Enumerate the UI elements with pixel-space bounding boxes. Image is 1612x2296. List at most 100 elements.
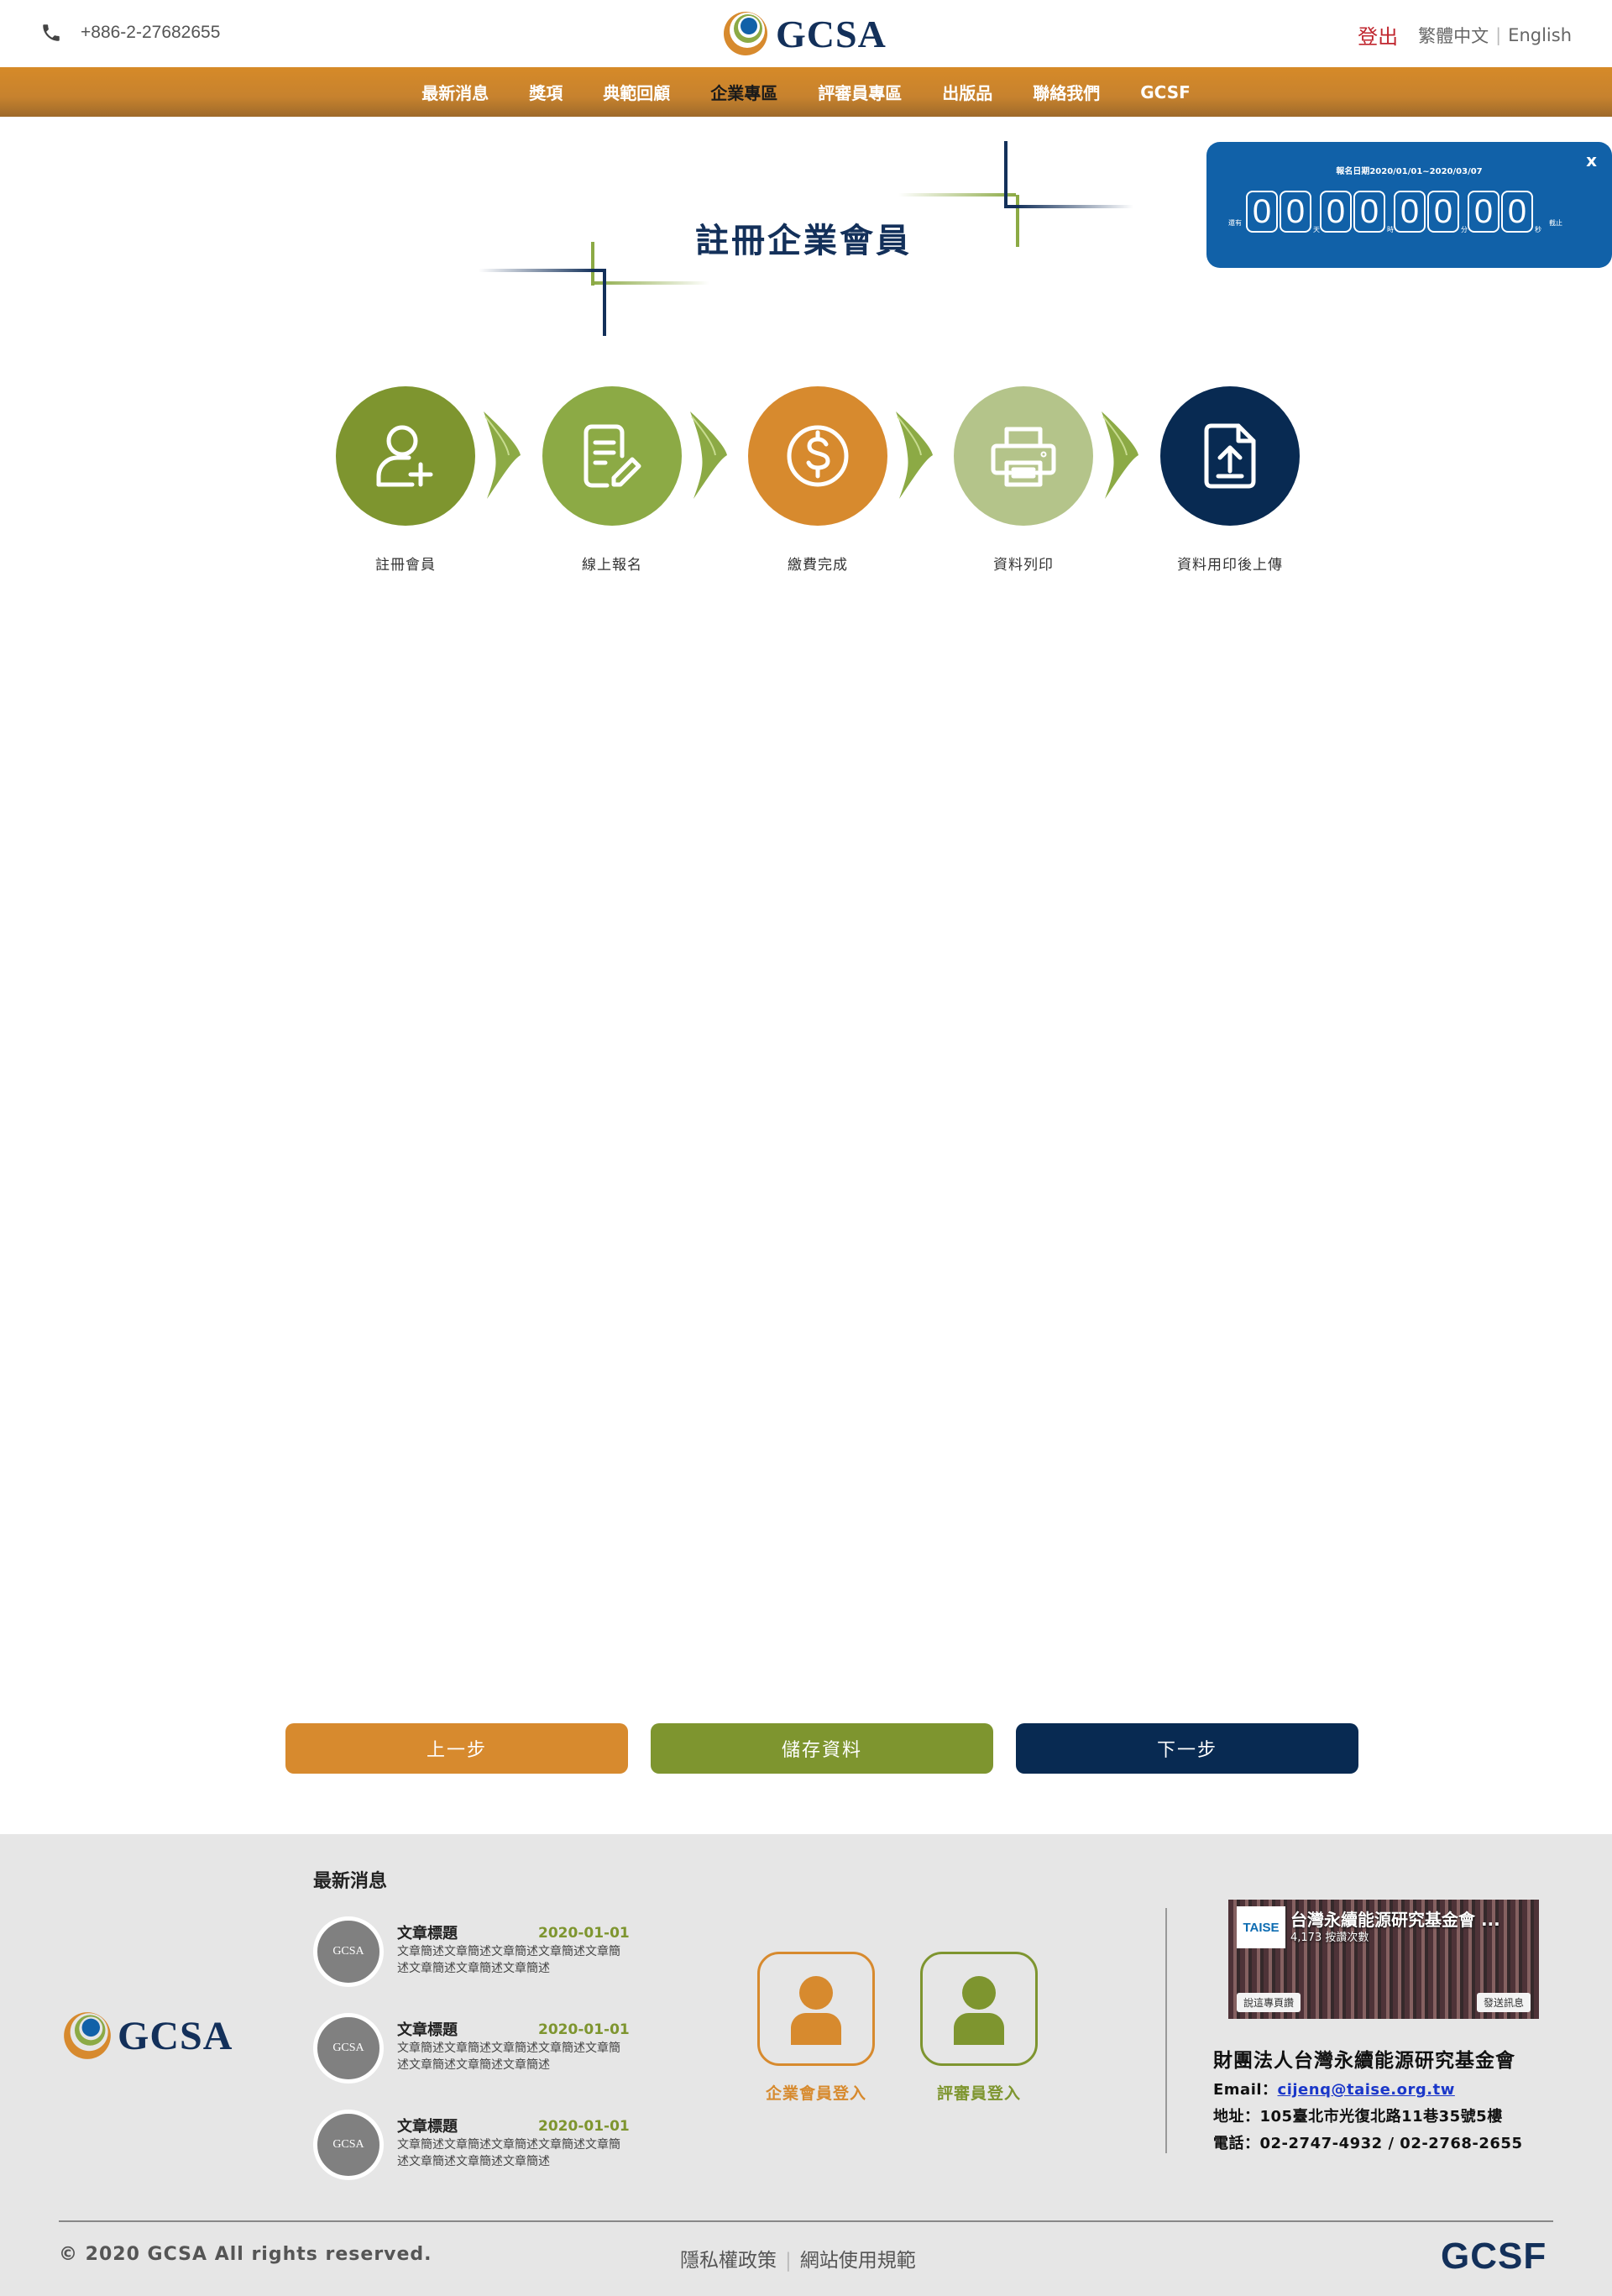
step-label: 資料用印後上傳 (1177, 557, 1283, 574)
logout-link[interactable]: 登出 (1358, 20, 1398, 50)
footer: GCSA 最新消息 GCSA 文章標題 2020-01-01 文章簡述文章簡述文… (0, 1834, 1612, 2296)
org-phone: 電話：02-2747-4932 / 02-2768-2655 (1213, 2135, 1523, 2152)
step-circle (542, 386, 682, 526)
step-arrow-icon (690, 411, 727, 499)
footer-logo[interactable]: GCSA (62, 2010, 233, 2061)
facebook-like-button[interactable]: 說這專頁讚 (1237, 1993, 1301, 2012)
lang-en-link[interactable]: English (1508, 25, 1572, 45)
countdown-digit: 0 (1427, 191, 1459, 233)
phone-number: +886-2-27682655 (81, 23, 221, 42)
terms-link[interactable]: 網站使用規範 (800, 2250, 916, 2272)
step-label: 註冊會員 (375, 557, 436, 574)
step-label: 資料列印 (993, 557, 1054, 574)
policy-links: 隱私權政策 | 網站使用規範 (680, 2244, 916, 2272)
countdown-right-tag: 截止 (1549, 219, 1562, 227)
news-item[interactable]: GCSA 文章標題 2020-01-01 文章簡述文章簡述文章簡述文章簡述文章簡… (313, 2013, 632, 2089)
step-label: 線上報名 (582, 557, 642, 574)
facebook-page-widget[interactable]: TAISE 台灣永續能源研究基金會 ... 4,173 按讚次數 說這專頁讚 發… (1228, 1900, 1539, 2019)
news-thumbnail: GCSA (313, 2013, 384, 2084)
news-item[interactable]: GCSA 文章標題 2020-01-01 文章簡述文章簡述文章簡述文章簡述文章簡… (313, 2110, 632, 2185)
user-icon (954, 1976, 1004, 2045)
lang-zh-link[interactable]: 繁體中文 (1418, 23, 1489, 48)
step-circle (1160, 386, 1300, 526)
step-apply[interactable]: 線上報名 (541, 386, 683, 574)
phone-contact: +886-2-27682655 (40, 22, 220, 44)
gcsa-logo-icon (724, 12, 767, 55)
footer-logo-text: GCSA (118, 2013, 233, 2058)
email-link[interactable]: cijenq@taise.org.tw (1278, 2081, 1455, 2099)
user-add-icon (376, 425, 433, 487)
judge-login-button[interactable]: 評審員登入 (920, 1952, 1038, 2104)
nav-awards[interactable]: 獎項 (529, 80, 563, 104)
step-arrow-icon (896, 411, 933, 499)
news-title: 文章標題 (397, 2118, 458, 2136)
news-thumbnail: GCSA (313, 2110, 384, 2180)
news-description: 文章簡述文章簡述文章簡述文章簡述文章簡述文章簡述文章簡述文章簡述 (397, 1945, 620, 1975)
step-circle (336, 386, 475, 526)
nav-review[interactable]: 典範回顧 (603, 80, 670, 104)
nav-gcsf[interactable]: GCSF (1140, 82, 1191, 102)
judge-login-box (920, 1952, 1038, 2066)
upload-file-icon (1204, 423, 1256, 489)
nav-publications[interactable]: 出版品 (942, 80, 992, 104)
dollar-icon (787, 425, 849, 487)
logo-text: GCSA (776, 12, 887, 55)
next-step-button[interactable]: 下一步 (1016, 1723, 1358, 1774)
nav-news[interactable]: 最新消息 (421, 80, 489, 104)
nav-enterprise[interactable]: 企業專區 (710, 80, 777, 104)
countdown-digit: 0 (1394, 191, 1426, 233)
countdown-days: 0 0 天 (1246, 191, 1320, 233)
save-button[interactable]: 儲存資料 (651, 1723, 993, 1774)
lang-divider: | (1495, 24, 1502, 45)
copyright: © 2020 GCSA All rights reserved. (59, 2244, 432, 2265)
step-print[interactable]: 資料列印 (952, 386, 1095, 574)
countdown-digit: 0 (1501, 191, 1533, 233)
title-decoration-right (898, 141, 1133, 247)
main-nav: 最新消息 獎項 典範回顧 企業專區 評審員專區 出版品 聯絡我們 GCSF (0, 67, 1612, 117)
gcsa-logo-icon (64, 2012, 111, 2059)
countdown-seconds: 0 0 秒 (1468, 191, 1541, 233)
user-icon (791, 1976, 841, 2045)
gcsf-logo[interactable]: GCSF (1441, 2236, 1547, 2278)
footer-divider (1165, 1908, 1167, 2153)
news-date: 2020-01-01 (538, 2118, 630, 2135)
step-upload[interactable]: 資料用印後上傳 (1159, 386, 1301, 574)
privacy-policy-link[interactable]: 隱私權政策 (680, 2250, 777, 2272)
countdown-unit: 天 (1313, 226, 1320, 233)
step-payment[interactable]: 繳費完成 (746, 386, 889, 574)
site-logo[interactable]: GCSA (722, 10, 887, 57)
news-title: 文章標題 (397, 2021, 458, 2039)
countdown-row: 還有 0 0 天 0 0 時 0 0 分 0 0 秒 截止 (1228, 191, 1562, 233)
nav-judges[interactable]: 評審員專區 (818, 80, 902, 104)
edit-document-icon (584, 424, 641, 488)
printer-icon (991, 427, 1056, 487)
org-address: 地址：105臺北市光復北路11巷35號5樓 (1213, 2108, 1503, 2126)
step-circle (954, 386, 1093, 526)
enterprise-login-button[interactable]: 企業會員登入 (757, 1952, 875, 2104)
countdown-digit: 0 (1353, 191, 1385, 233)
countdown-minutes: 0 0 分 (1394, 191, 1468, 233)
step-register[interactable]: 註冊會員 (334, 386, 477, 574)
news-thumbnail: GCSA (313, 1916, 384, 1987)
org-email: Email：cijenq@taise.org.tw (1213, 2078, 1522, 2099)
prev-step-button[interactable]: 上一步 (285, 1723, 628, 1774)
facebook-page-name: 台灣永續能源研究基金會 ... (1290, 1910, 1500, 1930)
nav-contact[interactable]: 聯絡我們 (1033, 80, 1100, 104)
news-item[interactable]: GCSA 文章標題 2020-01-01 文章簡述文章簡述文章簡述文章簡述文章簡… (313, 1916, 632, 1992)
facebook-like-count: 4,173 按讚次數 (1290, 1932, 1369, 1944)
countdown-digit: 0 (1468, 191, 1499, 233)
facebook-message-button[interactable]: 發送訊息 (1476, 1993, 1531, 2012)
title-decoration-left (479, 242, 709, 336)
enterprise-login-box (757, 1952, 875, 2066)
policy-divider: | (785, 2250, 792, 2272)
countdown-unit: 時 (1387, 226, 1394, 233)
countdown-left-tag: 還有 (1228, 219, 1242, 227)
page-title: 註冊企業會員 (695, 222, 912, 260)
phone-icon (43, 24, 60, 41)
step-circle (748, 386, 887, 526)
taise-logo: TAISE (1237, 1906, 1285, 1948)
footer-rule (59, 2220, 1553, 2222)
countdown-unit: 秒 (1535, 226, 1541, 233)
countdown-digit: 0 (1320, 191, 1352, 233)
news-title: 文章標題 (397, 1925, 458, 1942)
